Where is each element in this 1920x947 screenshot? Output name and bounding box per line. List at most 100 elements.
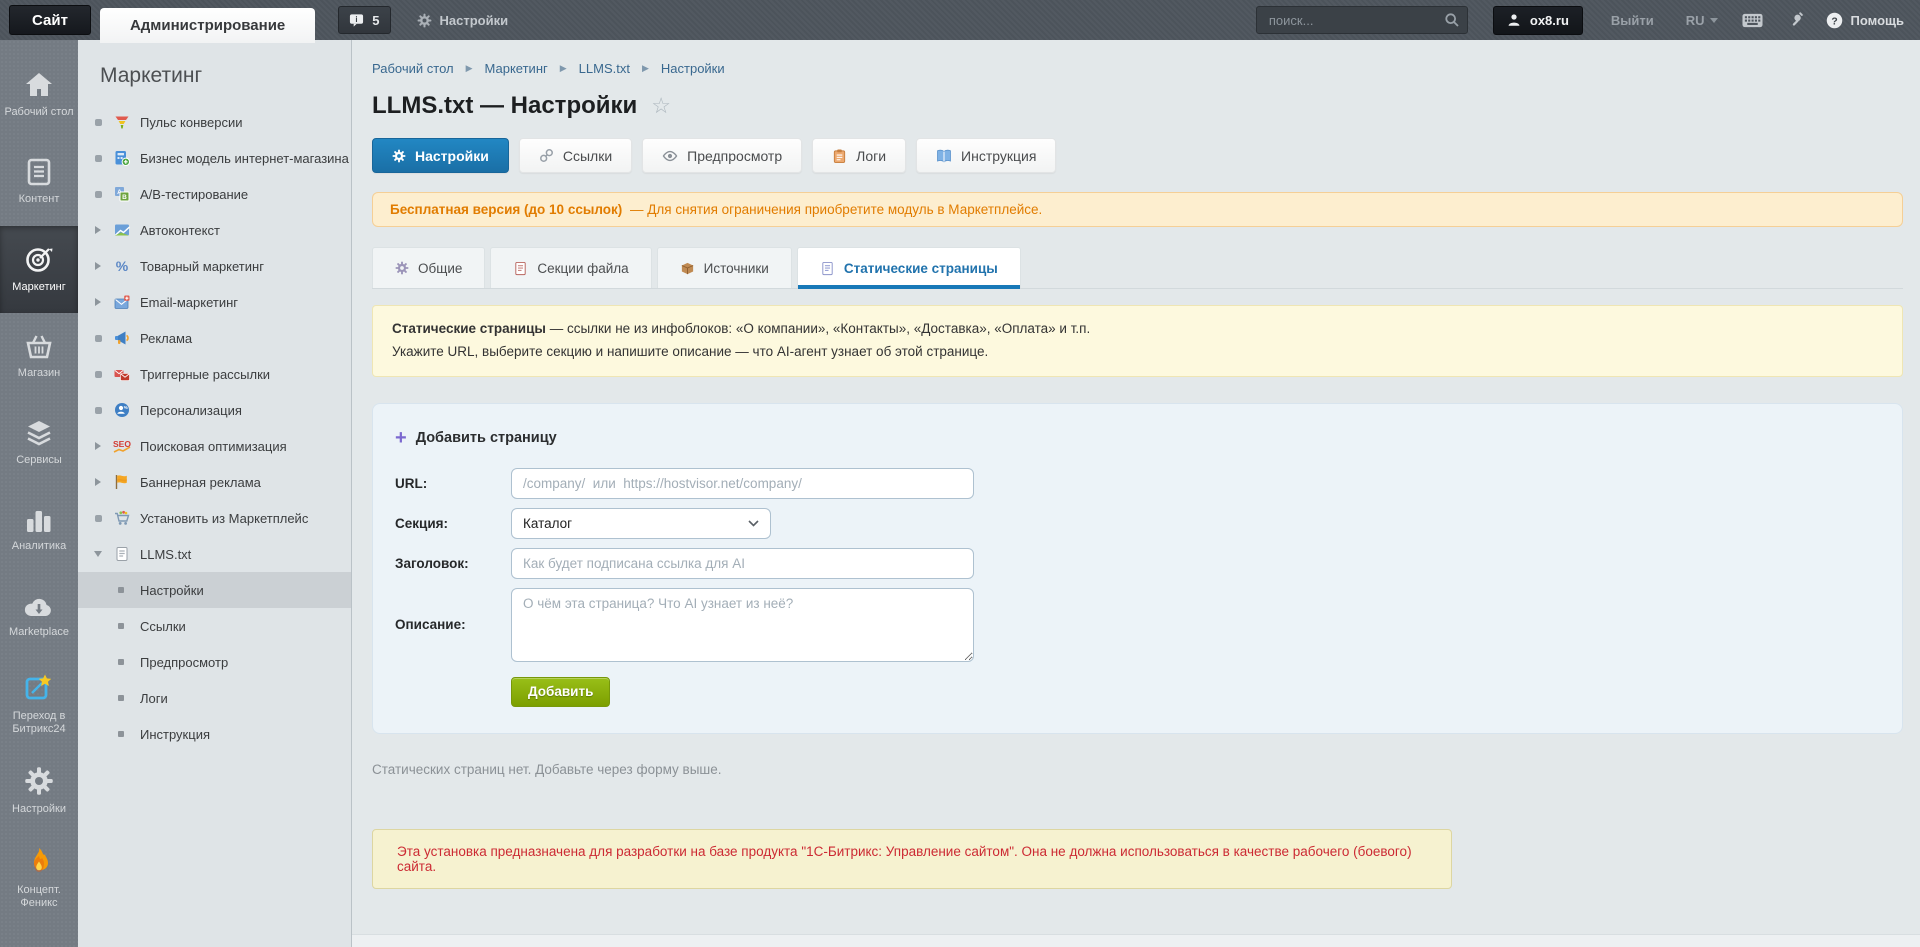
section-select[interactable]: Каталог <box>511 507 771 539</box>
plus-icon: + <box>395 426 407 449</box>
logs-button[interactable]: Логи <box>812 138 907 173</box>
cart-icon <box>113 510 131 526</box>
title-input[interactable] <box>511 547 974 579</box>
language-selector[interactable]: RU <box>1686 13 1718 28</box>
banner-flag-icon <box>113 474 131 490</box>
menu-item-business-model[interactable]: Бизнес модель интернет-магазина <box>78 140 351 176</box>
menu-subitem-links[interactable]: Ссылки <box>78 608 351 644</box>
search-input[interactable] <box>1255 6 1468 34</box>
settings-button[interactable]: Настройки <box>372 138 509 173</box>
menu-item-advertising[interactable]: Реклама <box>78 320 351 356</box>
tab-file-sections[interactable]: Секции файла <box>490 247 652 288</box>
tab-general[interactable]: Общие <box>372 247 486 288</box>
rail-item-shop[interactable]: Магазин <box>0 313 78 400</box>
menu-item-install-marketplace[interactable]: Установить из Маркетплейс <box>78 500 351 536</box>
top-bar: Сайт Администрирование i 5 Настройки пои… <box>0 0 1920 43</box>
info-box-line2: Укажите URL, выберите секцию и напишите … <box>392 343 989 359</box>
menu-item-conversion-pulse[interactable]: Пульс конверсии <box>78 104 351 140</box>
menu-item-email-marketing[interactable]: Email-маркетинг <box>78 284 351 320</box>
links-button[interactable]: Ссылки <box>518 138 633 173</box>
help-button[interactable]: ? Помощь <box>1826 12 1904 29</box>
breadcrumb-item-llms[interactable]: LLMS.txt <box>579 61 630 76</box>
add-page-form: + Добавить страницу URL: Секция: Каталог… <box>372 402 1903 734</box>
megaphone-icon <box>113 330 131 346</box>
user-button[interactable]: ox8.ru <box>1492 5 1583 35</box>
main-content: Рабочий стол ▶ Маркетинг ▶ LLMS.txt ▶ На… <box>352 40 1920 947</box>
menu-subitem-logs[interactable]: Логи <box>78 680 351 716</box>
url-input[interactable] <box>511 467 974 499</box>
rail-item-marketplace[interactable]: Marketplace <box>0 574 78 661</box>
description-textarea[interactable] <box>511 587 974 662</box>
bullet-icon <box>94 154 102 162</box>
section-select-value: Каталог <box>523 515 573 531</box>
breadcrumb-item-marketing[interactable]: Маркетинг <box>485 61 548 76</box>
rail-item-analytics[interactable]: Аналитика <box>0 487 78 574</box>
rail-item-bitrix24[interactable]: Переход в Битрикс24 <box>0 661 78 748</box>
personalization-icon: % <box>113 402 131 418</box>
site-tab[interactable]: Сайт <box>9 5 91 35</box>
marketing-target-icon <box>24 244 54 274</box>
action-buttons: Настройки Ссылки Предпросмотр Логи Инстр… <box>372 138 1903 173</box>
menu-item-banner-ads[interactable]: Баннерная реклама <box>78 464 351 500</box>
expand-arrow-icon <box>95 262 101 270</box>
topbar-settings-button[interactable]: Настройки <box>417 13 508 28</box>
funnel-icon <box>113 114 131 130</box>
pin-icon[interactable] <box>1787 11 1804 29</box>
menu-item-ab-testing[interactable]: AB A/B-тестирование <box>78 176 351 212</box>
rail-item-settings[interactable]: Настройки <box>0 748 78 835</box>
notifications-button[interactable]: i 5 <box>338 6 391 34</box>
menu-item-seo[interactable]: SEO Поисковая оптимизация <box>78 428 351 464</box>
bullet-icon <box>94 334 102 342</box>
flame-icon <box>25 847 53 877</box>
rail-item-desktop[interactable]: Рабочий стол <box>0 52 78 139</box>
add-button[interactable]: Добавить <box>511 676 611 707</box>
menu-subitem-settings[interactable]: Настройки <box>78 572 351 608</box>
bullet-icon <box>118 731 124 737</box>
static-pages-icon <box>820 261 835 276</box>
bitrix-admin-app: Сайт Администрирование i 5 Настройки пои… <box>0 0 1920 947</box>
preview-button[interactable]: Предпросмотр <box>642 138 803 173</box>
mailings-icon <box>113 366 131 382</box>
seo-icon: SEO <box>113 438 131 454</box>
eye-icon <box>662 148 678 164</box>
file-sections-icon <box>513 261 528 276</box>
menu-subitem-preview[interactable]: Предпросмотр <box>78 644 351 680</box>
breadcrumb-item-settings[interactable]: Настройки <box>661 61 725 76</box>
book-icon <box>936 149 952 163</box>
tab-static-pages[interactable]: Статические страницы <box>796 247 1021 289</box>
bullet-icon <box>94 190 102 198</box>
tab-bar: Общие Секции файла Источники Статические… <box>372 247 1903 289</box>
menu-item-autocontext[interactable]: Автоконтекст <box>78 212 351 248</box>
expand-arrow-icon <box>95 442 101 450</box>
chevron-down-icon <box>1709 17 1718 23</box>
left-menu: Маркетинг Пульс конверсии Бизнес модель … <box>78 40 352 947</box>
menu-title: Маркетинг <box>100 64 203 87</box>
menu-item-personalization[interactable]: % Персонализация <box>78 392 351 428</box>
logout-link[interactable]: Выйти <box>1611 13 1654 28</box>
menu-item-product-marketing[interactable]: % Товарный маркетинг <box>78 248 351 284</box>
rail-item-services[interactable]: Сервисы <box>0 400 78 487</box>
tab-sources[interactable]: Источники <box>656 247 792 288</box>
menu-subitem-instruction[interactable]: Инструкция <box>78 716 351 752</box>
analytics-bars-icon <box>25 507 53 533</box>
svg-text:i: i <box>356 15 358 24</box>
bullet-icon <box>94 118 102 126</box>
menu-item-llms-txt[interactable]: LLMS.txt <box>78 536 351 572</box>
rail-item-marketing[interactable]: Маркетинг <box>0 226 78 313</box>
rail-item-content[interactable]: Контент <box>0 139 78 226</box>
notifications-count: 5 <box>372 12 380 28</box>
rail-item-phoenix[interactable]: Концепт. Феникс <box>0 835 78 922</box>
instruction-button[interactable]: Инструкция <box>916 138 1057 173</box>
page-title: LLMS.txt — Настройки <box>372 92 638 119</box>
expand-arrow-icon <box>95 298 101 306</box>
favorite-star-icon[interactable]: ☆ <box>651 95 671 117</box>
link-icon <box>539 148 554 163</box>
hotkeys-keyboard-icon[interactable] <box>1742 13 1763 28</box>
menu-item-trigger-mailings[interactable]: Триггерные рассылки <box>78 356 351 392</box>
breadcrumb-item-desktop[interactable]: Рабочий стол <box>372 61 454 76</box>
administration-tab[interactable]: Администрирование <box>99 7 316 43</box>
svg-text:?: ? <box>1831 16 1837 27</box>
search-icon[interactable] <box>1444 12 1460 28</box>
autocontext-icon <box>113 222 131 238</box>
license-banner-text: — Для снятия ограничения приобретите мод… <box>630 202 1043 217</box>
